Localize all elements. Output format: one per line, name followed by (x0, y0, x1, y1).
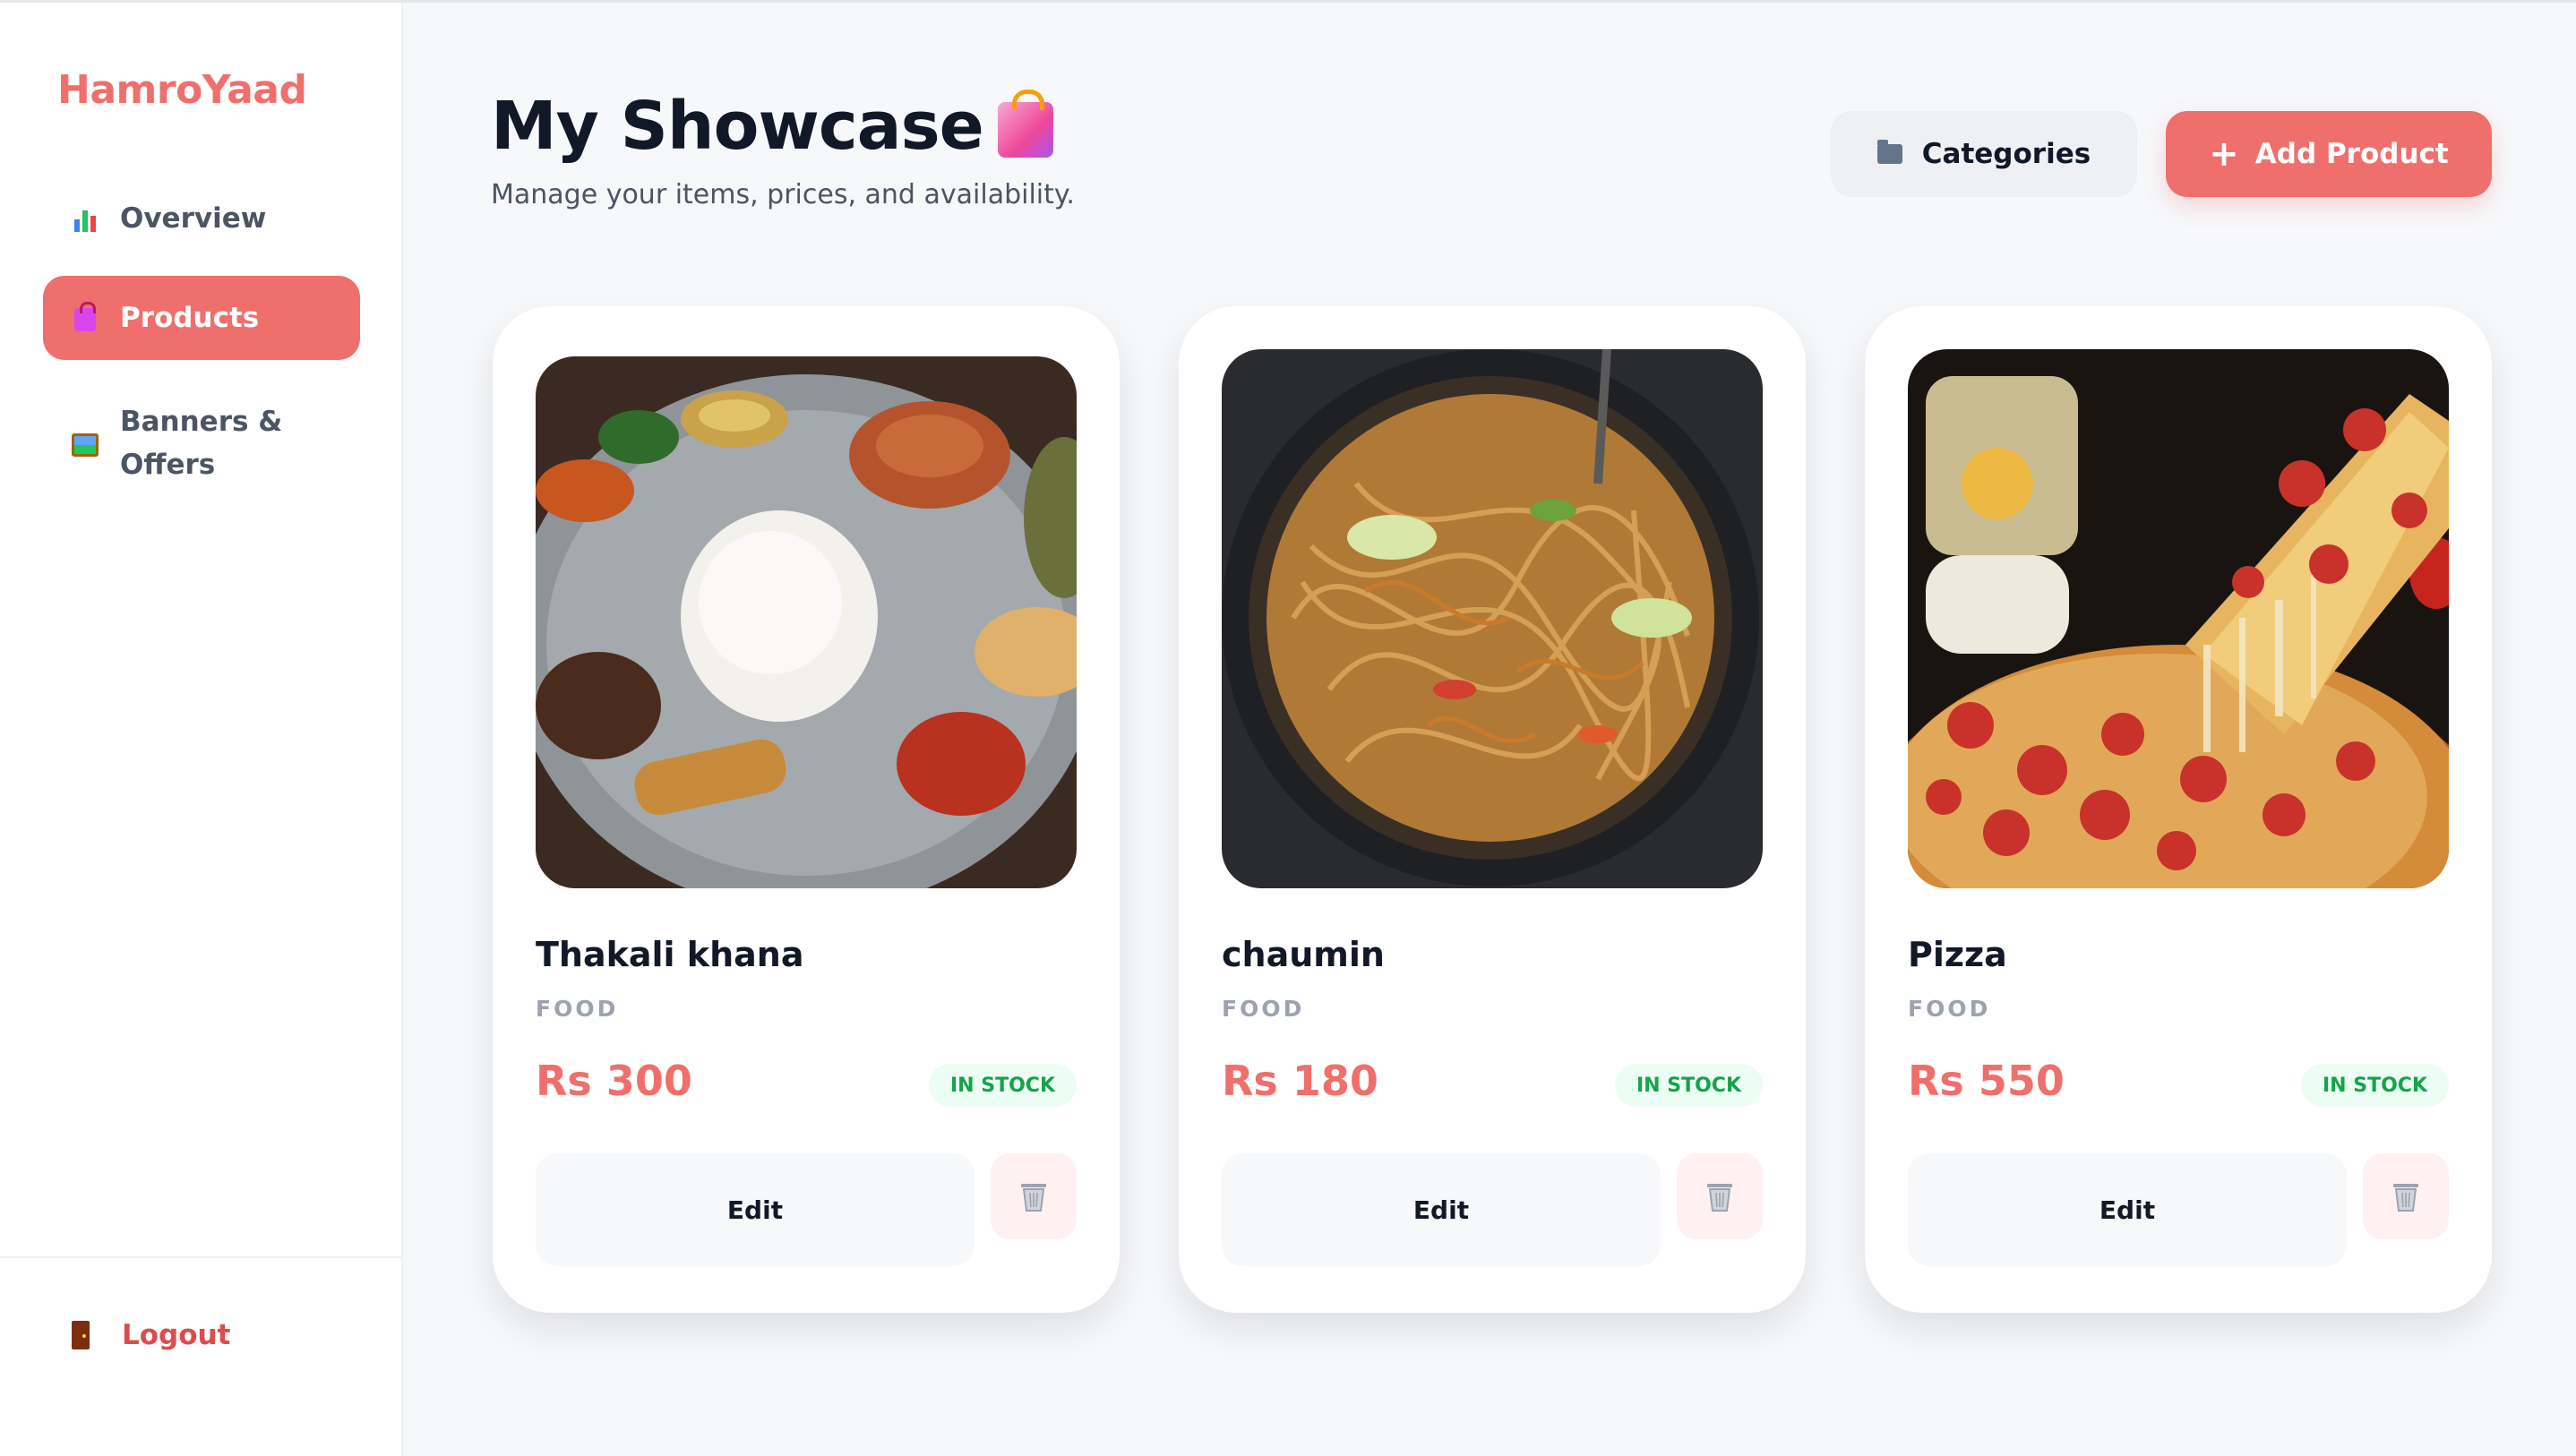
add-product-button[interactable]: + Add Product (2166, 111, 2492, 197)
status-badge: IN STOCK (2300, 1064, 2449, 1107)
product-card: Thakali khana FOOD Rs 300 IN STOCK Edit (493, 306, 1120, 1313)
categories-button-label: Categories (1921, 138, 2091, 170)
sidebar-divider (0, 1256, 403, 1258)
sidebar-item-label: Products (120, 302, 260, 334)
thakali-khana-photo (536, 356, 1077, 888)
status-badge: IN STOCK (928, 1064, 1077, 1107)
page-subtitle: Manage your items, prices, and availabil… (491, 179, 1075, 210)
categories-button[interactable]: Categories (1831, 111, 2137, 197)
framed-picture-icon (72, 430, 99, 457)
sidebar-item-label: Banners & Offers (120, 400, 282, 486)
delete-button[interactable] (2363, 1153, 2449, 1239)
product-card: Pizza FOOD Rs 550 IN STOCK Edit (1865, 306, 2492, 1313)
product-image (536, 356, 1077, 888)
status-badge: IN STOCK (1614, 1064, 1763, 1107)
shopping-bags-icon (997, 90, 1053, 158)
product-category: FOOD (1222, 996, 1305, 1022)
product-category: FOOD (1908, 996, 1991, 1022)
logout-button[interactable]: Logout (72, 1319, 230, 1351)
sidebar-item-label-line2: Offers (120, 449, 216, 481)
product-price: Rs 300 (536, 1057, 692, 1105)
sidebar-item-overview[interactable]: Overview (43, 176, 360, 261)
product-image (1908, 349, 2449, 888)
sidebar-item-label-line1: Banners & (120, 406, 283, 438)
product-image (1222, 349, 1763, 888)
bar-chart-icon (72, 205, 99, 232)
product-price: Rs 180 (1222, 1057, 1378, 1105)
product-category: FOOD (536, 996, 619, 1022)
brand-logo[interactable]: HamroYaad (57, 67, 307, 113)
plus-icon: + (2209, 133, 2239, 175)
trash-icon (2393, 1184, 2418, 1212)
pizza-photo (1908, 349, 2449, 888)
add-product-button-label: Add Product (2254, 138, 2449, 170)
product-name: Thakali khana (536, 935, 804, 974)
sidebar-item-products[interactable]: Products (43, 276, 360, 360)
door-icon (72, 1321, 90, 1349)
folder-icon (1876, 140, 1902, 164)
product-card: chaumin FOOD Rs 180 IN STOCK Edit (1179, 306, 1806, 1313)
product-price: Rs 550 (1908, 1057, 2065, 1105)
page-title: My Showcase (491, 88, 1053, 165)
delete-button[interactable] (991, 1153, 1077, 1239)
shopping-bags-icon (72, 302, 99, 331)
trash-icon (1707, 1184, 1732, 1212)
sidebar-item-label: Overview (120, 202, 267, 235)
page-title-text: My Showcase (491, 88, 984, 165)
logout-label: Logout (122, 1319, 231, 1351)
sidebar: HamroYaad Overview Products Banners & Of… (0, 3, 403, 1456)
trash-icon (1021, 1184, 1046, 1212)
chaumin-photo (1222, 349, 1763, 888)
edit-button[interactable]: Edit (536, 1153, 975, 1266)
edit-button[interactable]: Edit (1222, 1153, 1661, 1266)
delete-button[interactable] (1677, 1153, 1763, 1239)
sidebar-item-banners-offers[interactable]: Banners & Offers (43, 395, 360, 492)
product-name: chaumin (1222, 935, 1385, 974)
edit-button[interactable]: Edit (1908, 1153, 2347, 1266)
product-name: Pizza (1908, 935, 2007, 974)
